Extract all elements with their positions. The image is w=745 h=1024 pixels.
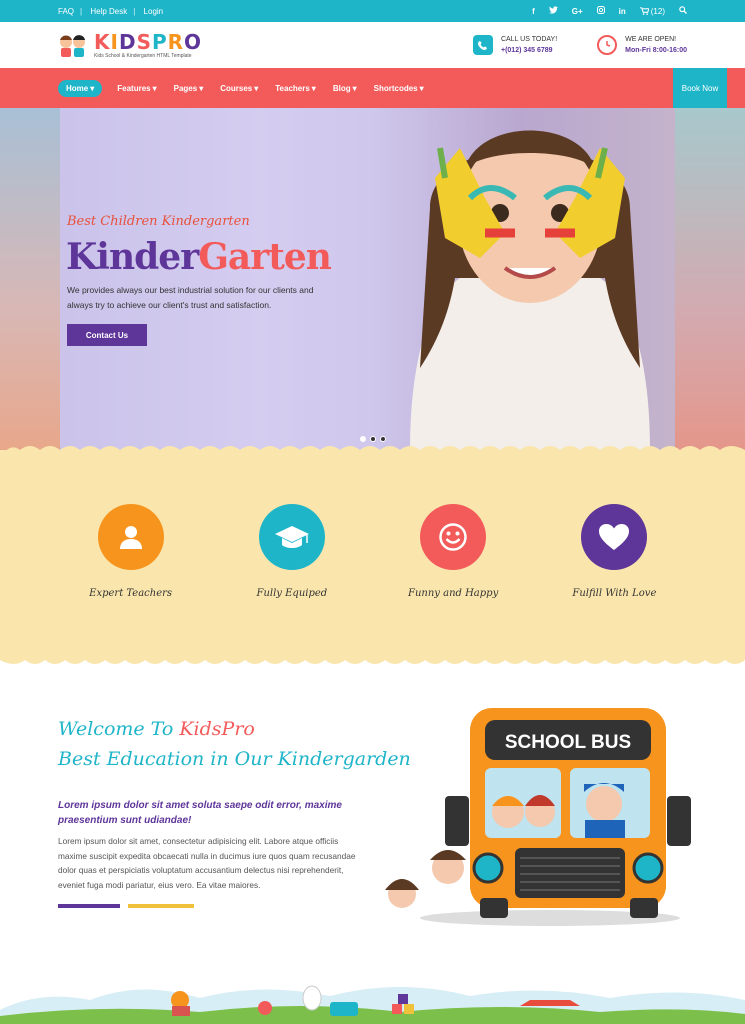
hero-slider: Best Children Kindergarten KinderGarten …: [0, 108, 745, 450]
login-link[interactable]: Login: [144, 7, 164, 16]
hero-title-part: Kinder: [66, 236, 199, 278]
feature-expert-teachers: Expert Teachers: [71, 504, 191, 599]
chevron-down-icon: ▾: [152, 83, 157, 93]
divider: |: [80, 6, 83, 16]
twitter-icon[interactable]: [548, 6, 558, 16]
faq-link[interactable]: FAQ: [58, 7, 74, 16]
contact-us-button[interactable]: Contact Us: [67, 324, 147, 346]
chevron-down-icon: ▾: [90, 83, 95, 93]
logo-subtitle: Kids School & Kindergarten HTML Template: [94, 52, 192, 59]
header-contacts: CALL US TODAY! +(012) 345 6789 WE ARE OP…: [472, 34, 687, 56]
girl-photo: [410, 130, 650, 450]
nav-shortcodes[interactable]: Shortcodes ▾: [374, 84, 424, 93]
kids-logo-icon: [60, 35, 85, 57]
welcome-lead: Lorem ipsum dolor sit amet soluta saepe …: [58, 800, 342, 826]
cart-count: (12): [650, 6, 665, 16]
hero-title: KinderGarten: [66, 236, 332, 278]
graduation-cap-icon: [258, 504, 325, 570]
phone-icon: [472, 35, 493, 55]
features-section: Expert Teachers Fully Equiped Funny and …: [0, 446, 745, 664]
site-header: KIDSPRO Kids School & Kindergarten HTML …: [0, 22, 745, 68]
open-value: Mon-Fri 8:00-16:00: [625, 47, 687, 54]
feature-label: Expert Teachers: [89, 588, 173, 599]
feature-label: Funny and Happy: [408, 588, 499, 599]
welcome-title-prefix: Welcome To: [58, 718, 180, 740]
background-shelf: [675, 108, 745, 450]
feature-fully-equiped: Fully Equiped: [232, 504, 352, 599]
social-links: f G+ in (12): [532, 6, 687, 16]
linkedin-icon[interactable]: in: [619, 7, 626, 16]
welcome-section: Welcome To KidsPro Best Education in Our…: [0, 700, 745, 960]
feature-label: Fully Equiped: [256, 588, 328, 599]
welcome-body: Lorem ipsum dolor sit amet, consectetur …: [58, 836, 356, 890]
decorative-bar: [128, 904, 194, 908]
site-logo[interactable]: KIDSPRO Kids School & Kindergarten HTML …: [58, 32, 202, 59]
chevron-down-icon: ▾: [311, 83, 316, 93]
hero-description: We provides always our best industrial s…: [67, 285, 314, 310]
main-nav: Home ▾ Features ▾ Pages ▾ Courses ▾ Teachers…: [0, 68, 745, 108]
nav-label: Blog: [332, 83, 351, 93]
decorative-bar: [58, 904, 120, 908]
chevron-down-icon: ▾: [419, 83, 424, 93]
user-icon: [97, 504, 164, 570]
background-shelf: [0, 108, 60, 450]
nav-label: Shortcodes: [373, 83, 418, 93]
scallop-top: [0, 446, 745, 458]
scallop-bottom: [0, 652, 745, 664]
top-links: FAQ | Help Desk | Login: [58, 7, 169, 16]
chevron-down-icon: ▾: [199, 83, 204, 93]
welcome-subtitle: Best Education in Our Kindergarden: [58, 748, 411, 770]
nav-features[interactable]: Features ▾: [117, 84, 156, 93]
help-desk-link[interactable]: Help Desk: [90, 7, 127, 16]
welcome-title: Welcome To KidsPro: [58, 718, 255, 740]
cart-icon: [639, 7, 649, 15]
bus-sign: SCHOOL BUS: [505, 732, 631, 753]
divider: |: [133, 6, 136, 16]
feature-fulfill-love: Fulfill With Love: [554, 504, 674, 599]
hours-contact: WE ARE OPEN! Mon-Fri 8:00-16:00: [597, 34, 687, 56]
playground-illustration: [0, 985, 745, 1024]
hero-title-part: Garten: [198, 236, 332, 278]
instagram-icon[interactable]: [596, 6, 605, 16]
chevron-down-icon: ▾: [352, 83, 357, 93]
open-label: WE ARE OPEN!: [625, 36, 677, 43]
nav-courses[interactable]: Courses ▾: [220, 84, 258, 93]
search-icon[interactable]: [679, 6, 687, 16]
call-value: +(012) 345 6789: [500, 47, 553, 54]
nav-label: Features: [117, 83, 151, 93]
book-now-button[interactable]: Book Now: [673, 68, 727, 108]
google-plus-icon[interactable]: G+: [572, 7, 583, 16]
nav-label: Pages: [173, 83, 198, 93]
welcome-title-brand: KidsPro: [179, 718, 255, 740]
top-bar: FAQ | Help Desk | Login f G+ in (12): [0, 0, 745, 22]
nav-label: Home: [66, 83, 89, 93]
nav-label: Teachers: [275, 83, 310, 93]
feature-label: Fulfill With Love: [572, 588, 657, 599]
heart-icon: [581, 504, 648, 570]
call-label: CALL US TODAY!: [500, 36, 558, 43]
nav-label: Courses: [220, 83, 253, 93]
smile-icon: [420, 504, 487, 570]
cart-button[interactable]: (12): [639, 6, 665, 16]
logo-text: KIDSPRO Kids School & Kindergarten HTML …: [94, 32, 202, 59]
feature-funny-happy: Funny and Happy: [393, 504, 513, 599]
call-contact: CALL US TODAY! +(012) 345 6789: [472, 34, 558, 56]
nav-blog[interactable]: Blog ▾: [333, 84, 357, 93]
hero-subtitle: Best Children Kindergarten: [67, 214, 250, 229]
school-bus-illustration: SCHOOL BUS: [385, 708, 691, 926]
nav-teachers[interactable]: Teachers ▾: [275, 84, 316, 93]
facebook-icon[interactable]: f: [532, 7, 535, 16]
nav-pages[interactable]: Pages ▾: [174, 84, 204, 93]
chevron-down-icon: ▾: [254, 83, 259, 93]
nav-home[interactable]: Home ▾: [58, 79, 103, 97]
features-row: Expert Teachers Fully Equiped Funny and …: [0, 504, 745, 599]
logo-title: KIDSPRO: [94, 29, 203, 54]
clock-icon: [597, 35, 618, 55]
